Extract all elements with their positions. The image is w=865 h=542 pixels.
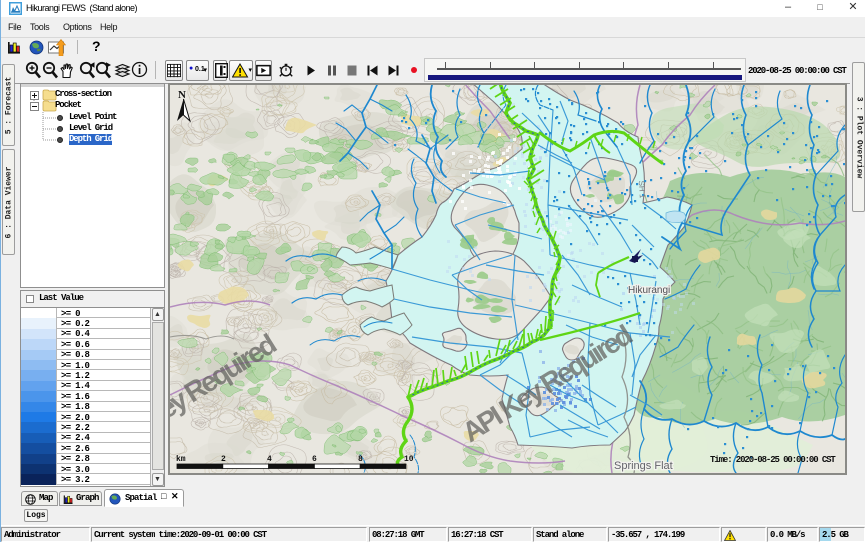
svg-text:6: 6 [312, 455, 317, 464]
svg-text:Springs Flat: Springs Flat [614, 460, 673, 472]
svg-text:SH 1: SH 1 [637, 180, 647, 199]
svg-text:2: 2 [221, 455, 226, 464]
svg-text:10: 10 [404, 455, 414, 464]
svg-text:Time: 2020-08-25 00:00:00 CST: Time: 2020-08-25 00:00:00 CST [710, 455, 836, 465]
svg-text:N: N [178, 89, 186, 101]
svg-text:km: km [176, 455, 186, 464]
svg-text:Hikurangi: Hikurangi [628, 285, 670, 296]
svg-text:8: 8 [358, 455, 363, 464]
svg-text:4: 4 [267, 455, 272, 464]
